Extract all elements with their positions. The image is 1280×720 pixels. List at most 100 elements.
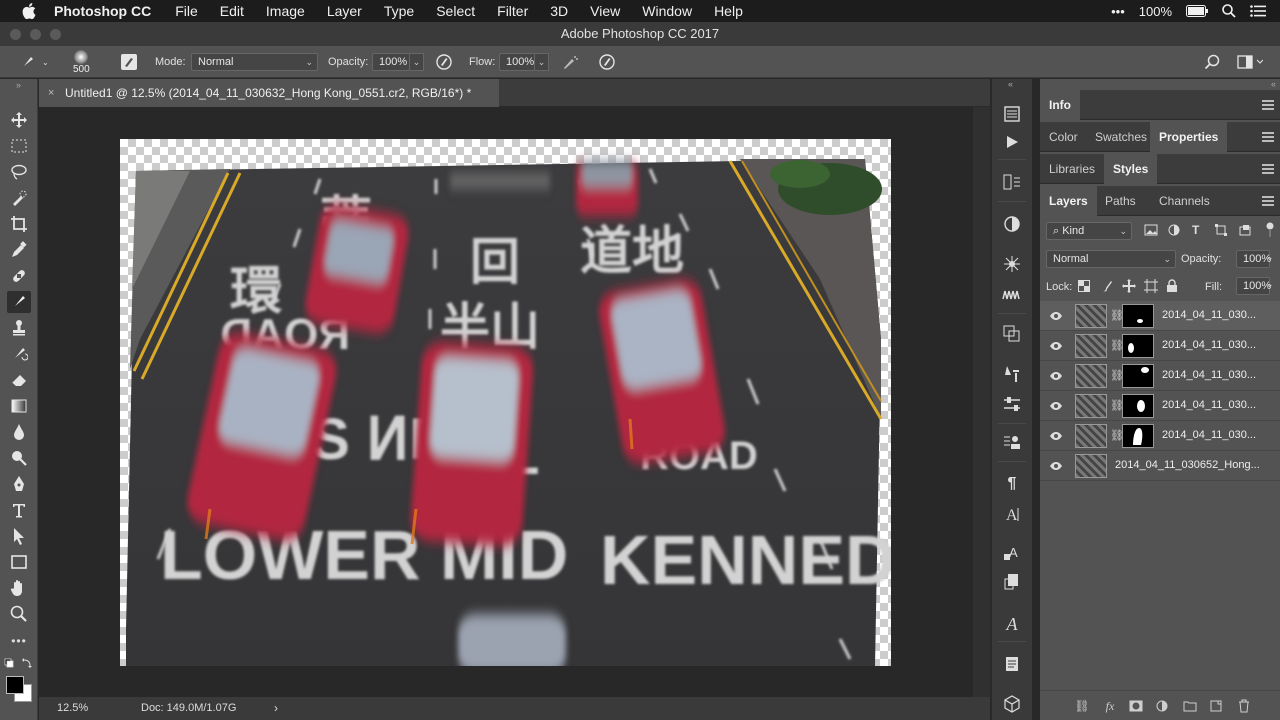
layer-row[interactable]: ⛓ 2014_04_11_030... [1040, 301, 1280, 331]
marquee-tool-icon[interactable] [7, 135, 31, 157]
pressure-size-icon[interactable] [598, 46, 616, 78]
pen-tool-icon[interactable] [7, 473, 31, 495]
close-window-button[interactable] [10, 29, 21, 40]
panel-menu-icon[interactable] [1262, 164, 1274, 174]
filter-shape-icon[interactable] [1215, 224, 1227, 239]
chevron-right-icon[interactable]: › [274, 701, 278, 715]
tab-layers[interactable]: Layers [1040, 186, 1097, 216]
brush-settings-panel-icon[interactable] [1000, 283, 1024, 305]
lock-position-icon[interactable] [1122, 279, 1136, 296]
visibility-eye-icon[interactable] [1049, 459, 1063, 473]
visibility-eye-icon[interactable] [1049, 339, 1063, 353]
blur-tool-icon[interactable] [7, 421, 31, 443]
layer-row[interactable]: ⛓ 2014_04_11_030... [1040, 361, 1280, 391]
blend-mode-select[interactable]: Normal ⌄ [1046, 250, 1176, 268]
add-mask-icon[interactable] [1128, 698, 1144, 714]
filter-toggle[interactable] [1266, 222, 1274, 238]
menu-window[interactable]: Window [642, 3, 692, 19]
new-adjustment-layer-icon[interactable] [1154, 698, 1170, 714]
document-tab[interactable]: × Untitled1 @ 12.5% (2014_04_11_030632_H… [39, 79, 499, 107]
visibility-eye-icon[interactable] [1049, 369, 1063, 383]
layer-row[interactable]: 2014_04_11_030652_Hong... [1040, 451, 1280, 481]
spotlight-search-icon[interactable] [1222, 4, 1236, 18]
layer-row[interactable]: ⛓ 2014_04_11_030... [1040, 331, 1280, 361]
collapse-arrows-icon[interactable]: « [1008, 79, 1013, 89]
healing-brush-tool-icon[interactable] [7, 265, 31, 287]
menu-image[interactable]: Image [266, 3, 305, 19]
filter-smart-object-icon[interactable] [1239, 224, 1251, 239]
filter-adjustment-icon[interactable] [1168, 224, 1180, 239]
delete-layer-icon[interactable] [1236, 698, 1252, 714]
lock-all-icon[interactable] [1166, 279, 1178, 296]
layer-row[interactable]: ⛓ 2014_04_11_030... [1040, 391, 1280, 421]
add-layer-style-icon[interactable]: fx [1102, 698, 1118, 714]
search-icon[interactable] [1204, 46, 1220, 78]
more-dots-icon[interactable]: ••• [1111, 4, 1125, 19]
paragraph-icon[interactable]: ¶ [1000, 473, 1024, 495]
zoom-level[interactable]: 12.5% [57, 702, 88, 714]
chevron-down-icon[interactable]: ⌄ [42, 58, 49, 67]
layer-row[interactable]: ⛓ 2014_04_11_030... [1040, 421, 1280, 451]
path-selection-tool-icon[interactable] [7, 525, 31, 547]
opacity-dropdown-icon[interactable]: ⌄ [410, 53, 424, 71]
battery-icon[interactable] [1186, 5, 1208, 17]
tool-presets-icon[interactable] [1000, 363, 1024, 385]
flow-input[interactable]: 100% [499, 53, 535, 71]
lock-artboard-icon[interactable] [1144, 279, 1158, 296]
history-brush-tool-icon[interactable] [7, 343, 31, 365]
eraser-tool-icon[interactable] [7, 369, 31, 391]
quick-selection-tool-icon[interactable] [7, 187, 31, 209]
menu-file[interactable]: File [175, 3, 198, 19]
close-tab-icon[interactable]: × [48, 79, 54, 107]
new-group-icon[interactable] [1182, 698, 1198, 714]
gradient-tool-icon[interactable] [7, 395, 31, 417]
default-colors-icon[interactable] [4, 657, 34, 669]
tab-styles[interactable]: Styles [1104, 154, 1158, 184]
rectangle-tool-icon[interactable] [7, 551, 31, 573]
glyphs-icon[interactable]: A [1000, 543, 1024, 565]
crop-tool-icon[interactable] [7, 213, 31, 235]
type-tool-icon[interactable] [7, 499, 31, 521]
menu-3d[interactable]: 3D [550, 3, 568, 19]
menu-edit[interactable]: Edit [220, 3, 244, 19]
3d-icon[interactable] [1000, 253, 1024, 275]
move-tool-icon[interactable] [7, 109, 31, 131]
layer-opacity-input[interactable]: 100% [1236, 250, 1271, 268]
filter-type-icon[interactable]: T [1192, 223, 1199, 237]
eyedropper-tool-icon[interactable] [7, 239, 31, 261]
brush-tool-icon[interactable] [7, 291, 31, 313]
battery-percent[interactable]: 100% [1139, 4, 1172, 19]
airbrush-icon[interactable] [561, 46, 579, 78]
layer-mask-thumbnail[interactable] [1122, 364, 1154, 388]
brush-settings-icon[interactable] [120, 46, 138, 78]
opacity-input[interactable]: 100% [372, 53, 410, 71]
history-panel-icon[interactable] [1000, 103, 1024, 125]
actions-play-icon[interactable] [1000, 131, 1024, 153]
lock-pixels-icon[interactable] [1101, 279, 1113, 296]
mode-select[interactable]: Normal ⌄ [191, 53, 318, 71]
tab-channels[interactable]: Channels [1150, 186, 1219, 216]
brush-size-preview[interactable]: 500 [73, 46, 90, 78]
tab-color[interactable]: Color [1040, 122, 1087, 152]
flow-dropdown-icon[interactable]: ⌄ [535, 53, 549, 71]
minimize-window-button[interactable] [30, 29, 41, 40]
notification-center-icon[interactable] [1250, 5, 1266, 17]
layer-mask-thumbnail[interactable] [1122, 424, 1154, 448]
apple-logo-icon[interactable] [20, 3, 38, 19]
dodge-tool-icon[interactable] [7, 447, 31, 469]
glyph-script-icon[interactable]: A [1000, 613, 1024, 635]
layer-mask-thumbnail[interactable] [1122, 304, 1154, 328]
menu-filter[interactable]: Filter [497, 3, 528, 19]
lasso-tool-icon[interactable] [7, 161, 31, 183]
layer-filter-select[interactable]: ⌕ Kind ⌄ [1046, 222, 1132, 240]
3d-cube-icon[interactable] [1000, 693, 1024, 715]
menu-select[interactable]: Select [436, 3, 475, 19]
collapse-arrows-icon[interactable]: » [0, 79, 37, 91]
filter-pixel-icon[interactable] [1144, 224, 1158, 239]
tab-properties[interactable]: Properties [1150, 122, 1228, 152]
collapse-panels-icon[interactable]: « [1271, 79, 1276, 89]
tab-swatches[interactable]: Swatches [1086, 122, 1156, 152]
character-icon[interactable]: A [1000, 503, 1024, 525]
properties-sliders-icon[interactable] [1000, 393, 1024, 415]
hand-tool-icon[interactable] [7, 577, 31, 599]
